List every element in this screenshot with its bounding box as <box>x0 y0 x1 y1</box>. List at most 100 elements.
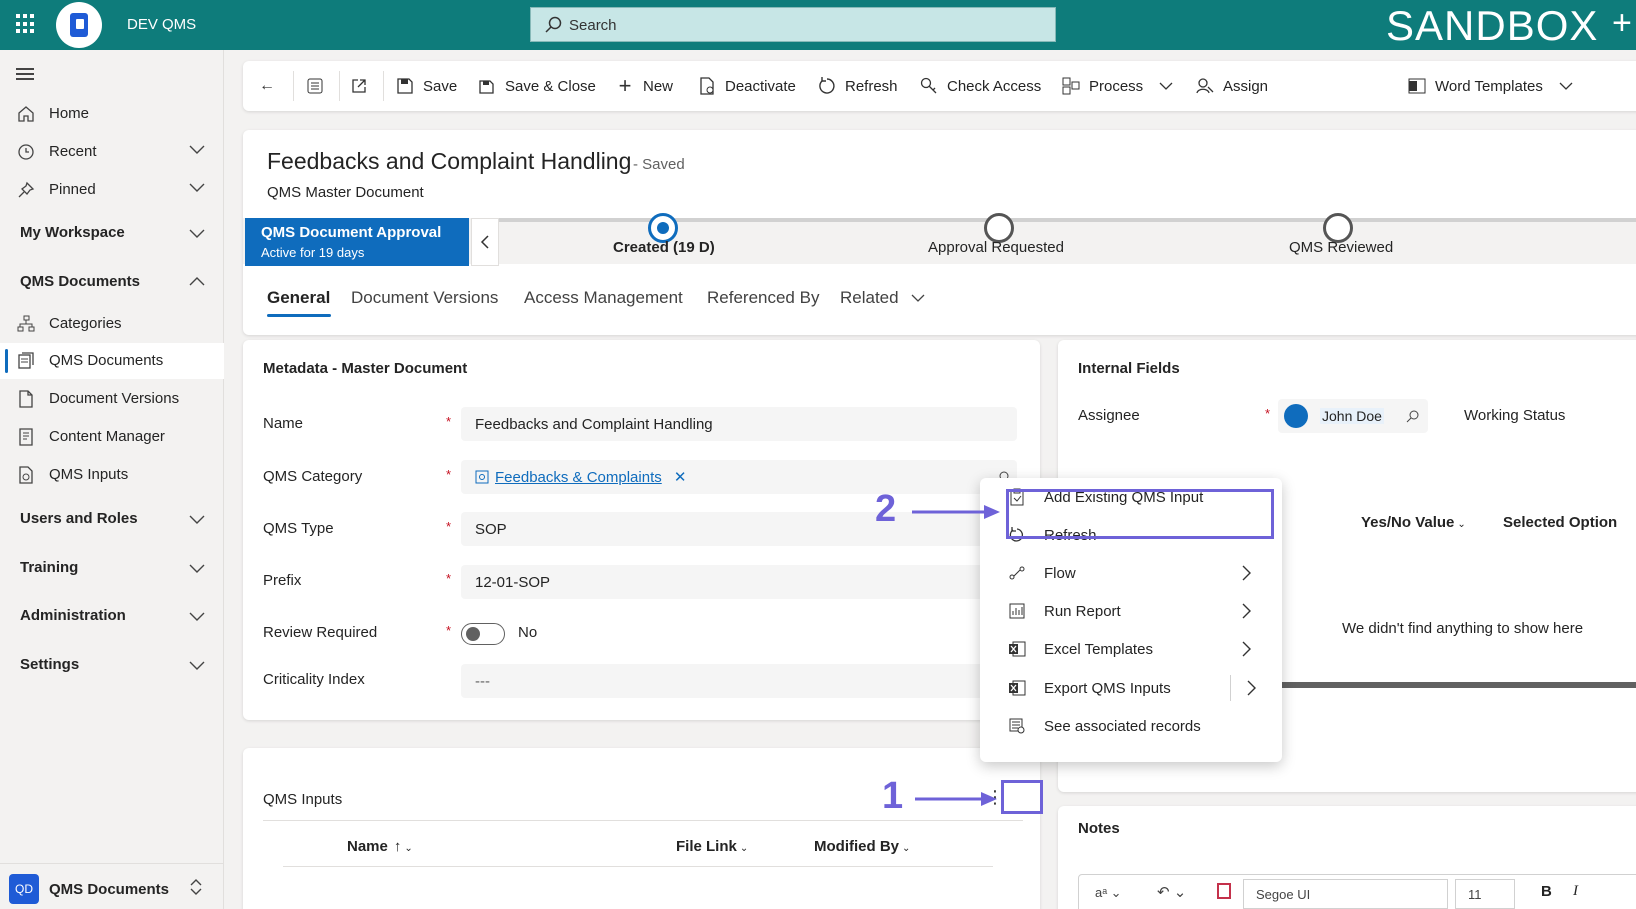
menu-item-label: Export QMS Inputs <box>1044 680 1171 697</box>
column-file-link[interactable]: File Link ⌄ <box>676 838 748 855</box>
refresh-label: Refresh <box>845 77 898 95</box>
form-view-button[interactable] <box>305 61 333 111</box>
chevron-down-icon[interactable] <box>189 181 205 193</box>
entity-record-icon <box>475 470 489 484</box>
column-selected-option[interactable]: Selected Option <box>1503 514 1617 531</box>
check-access-button[interactable]: Check Access <box>919 61 1041 111</box>
sidebar-group-my-workspace[interactable]: My Workspace <box>20 224 125 241</box>
bold-icon[interactable]: B <box>1541 883 1552 900</box>
sidebar-group-training[interactable]: Training <box>20 559 78 576</box>
tab-referenced-by[interactable]: Referenced By <box>707 288 819 308</box>
app-logo <box>56 2 102 48</box>
search-input[interactable]: Search <box>530 7 1056 42</box>
save-button[interactable]: Save <box>395 61 457 111</box>
sidebar-item-label: QMS Inputs <box>49 466 129 483</box>
avatar <box>1284 404 1308 428</box>
sidebar-group-settings[interactable]: Settings <box>20 656 79 673</box>
format-painter-icon[interactable] <box>1217 883 1231 899</box>
category-link[interactable]: Feedbacks & Complaints <box>495 469 662 486</box>
assignee-name[interactable]: John Doe <box>1320 408 1384 424</box>
remove-icon[interactable]: ✕ <box>674 469 687 486</box>
undo-icon[interactable]: ↶ ⌄ <box>1157 883 1186 901</box>
open-new-window-button[interactable] <box>349 61 377 111</box>
chevron-down-icon[interactable] <box>189 610 205 622</box>
menu-item-run-report[interactable]: Run Report <box>980 592 1282 630</box>
new-button[interactable]: + New <box>615 61 673 111</box>
sidebar-item-content-manager[interactable]: Content Manager <box>0 419 224 455</box>
menu-item-excel-templates[interactable]: Excel Templates <box>980 630 1282 668</box>
italic-icon[interactable]: I <box>1573 883 1578 900</box>
sidebar-item-pinned[interactable]: Pinned <box>0 172 224 208</box>
process-button[interactable]: Process <box>1061 61 1173 111</box>
column-yes-no[interactable]: Yes/No Value ⌄ <box>1361 514 1466 531</box>
chevron-down-icon: ⌄ <box>404 843 413 854</box>
environment-label: SANDBOX <box>1386 2 1599 49</box>
save-close-button[interactable]: Save & Close <box>477 61 596 111</box>
sidebar-item-recent[interactable]: Recent <box>0 134 224 170</box>
sidebar-item-document-versions[interactable]: Document Versions <box>0 381 224 417</box>
sidebar-item-qms-documents[interactable]: QMS Documents <box>0 343 224 379</box>
app-name[interactable]: DEV QMS <box>127 16 196 33</box>
search-icon[interactable] <box>1406 409 1420 423</box>
chevron-up-icon[interactable] <box>189 275 205 287</box>
sidebar-item-qms-inputs[interactable]: QMS Inputs <box>0 457 224 493</box>
word-templates-button[interactable]: Word Templates <box>1407 61 1573 111</box>
sidebar-group-administration[interactable]: Administration <box>20 607 126 624</box>
chevron-down-icon[interactable] <box>189 562 205 574</box>
associated-records-icon <box>1008 717 1026 735</box>
highlight-box-add-existing <box>1006 489 1274 539</box>
column-modified-by[interactable]: Modified By ⌄ <box>814 838 910 855</box>
chevron-down-icon[interactable] <box>189 227 205 239</box>
chevron-down-icon[interactable] <box>189 513 205 525</box>
sidebar-group-qms-documents[interactable]: QMS Documents <box>20 273 140 290</box>
tab-general[interactable]: General <box>267 288 330 308</box>
sidebar-item-label: Home <box>49 105 90 122</box>
tab-related[interactable]: Related <box>840 288 925 308</box>
deactivate-button[interactable]: Deactivate <box>697 61 796 111</box>
font-style-icon[interactable]: aᵃ ⌄ <box>1095 885 1122 901</box>
prefix-field[interactable]: 12-01-SOP <box>461 565 1017 599</box>
process-active-stage[interactable]: QMS Document Approval Active for 19 days <box>245 218 469 266</box>
sidebar-item-home[interactable]: Home <box>0 96 224 132</box>
section-title: Notes <box>1078 820 1120 837</box>
field-label-prefix: Prefix <box>263 572 302 589</box>
font-size-select[interactable]: 11 <box>1455 879 1515 909</box>
menu-toggle-icon[interactable] <box>16 68 34 83</box>
chevron-down-icon <box>911 294 925 302</box>
column-label: Modified By <box>814 838 899 855</box>
add-icon[interactable]: + <box>1612 4 1632 43</box>
column-name[interactable]: Name ↑ ⌄ <box>347 838 413 855</box>
sidebar-item-categories[interactable]: Categories <box>0 306 224 342</box>
empty-grid-message: We didn't find anything to show here <box>1342 620 1584 637</box>
chevron-down-icon[interactable] <box>189 143 205 155</box>
assign-button[interactable]: Assign <box>1195 61 1268 111</box>
app-launcher-icon[interactable] <box>16 14 36 34</box>
excel-icon <box>1008 640 1026 658</box>
back-button[interactable]: ← <box>257 61 285 111</box>
qms-inputs-section: QMS Inputs ⋮ Name ↑ ⌄ File Link ⌄ Modified … <box>243 748 1040 909</box>
chevron-down-icon[interactable] <box>189 659 205 671</box>
criticality-field[interactable]: --- <box>461 664 1017 698</box>
chevron-right-icon <box>1242 565 1251 581</box>
assignee-lookup-field[interactable]: John Doe <box>1278 399 1428 433</box>
sidebar-group-users-roles[interactable]: Users and Roles <box>20 510 138 527</box>
menu-item-export[interactable]: Export QMS Inputs <box>980 669 1282 707</box>
section-title: Metadata - Master Document <box>263 360 468 377</box>
save-icon <box>395 76 415 96</box>
field-label-review: Review Required <box>263 624 378 641</box>
tab-document-versions[interactable]: Document Versions <box>351 288 498 308</box>
horizontal-scrollbar[interactable] <box>1273 682 1636 688</box>
process-back-button[interactable] <box>471 218 499 266</box>
sidebar-item-label: QMS Documents <box>49 352 164 369</box>
tab-access-management[interactable]: Access Management <box>524 288 683 308</box>
category-lookup-field[interactable]: Feedbacks & Complaints ✕ <box>461 460 1017 494</box>
font-family-select[interactable]: Segoe UI <box>1243 879 1448 909</box>
name-field[interactable]: Feedbacks and Complaint Handling <box>461 407 1017 441</box>
review-toggle[interactable] <box>461 623 505 645</box>
refresh-button[interactable]: Refresh <box>817 61 898 111</box>
menu-item-flow[interactable]: Flow <box>980 554 1282 592</box>
save-close-icon <box>477 76 497 96</box>
area-switcher[interactable]: QD QMS Documents <box>0 863 224 909</box>
chevron-right-icon[interactable] <box>1245 679 1257 697</box>
menu-item-associated-records[interactable]: See associated records <box>980 707 1282 745</box>
